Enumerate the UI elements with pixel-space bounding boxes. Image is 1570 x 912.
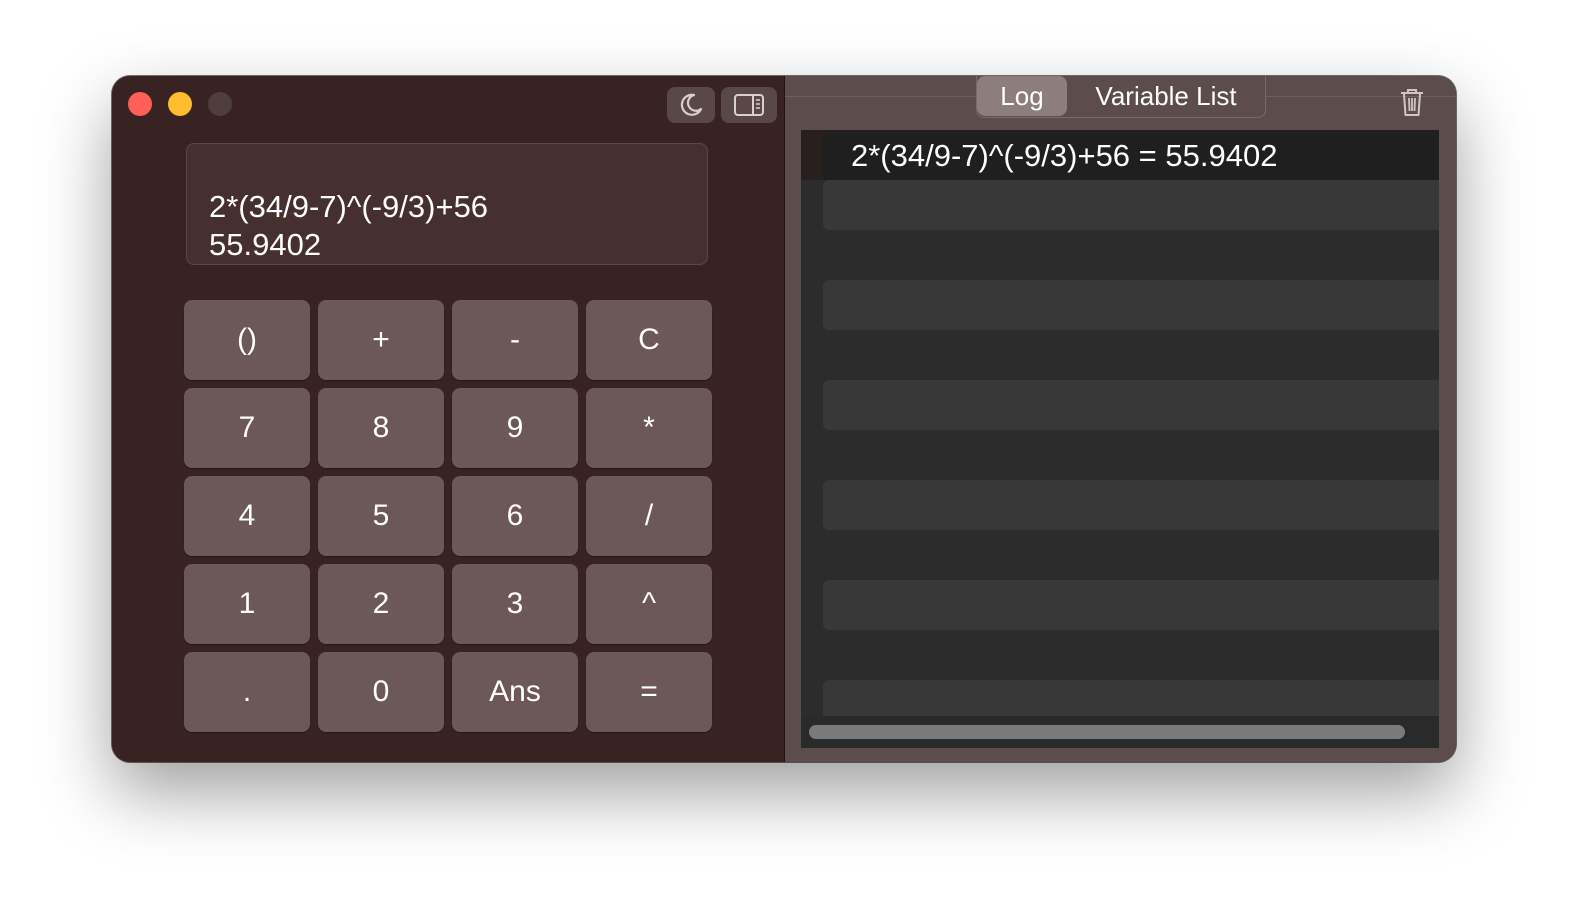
log-empty-row <box>823 380 1439 430</box>
seven-key[interactable]: 7 <box>184 388 310 468</box>
five-key[interactable]: 5 <box>318 476 444 556</box>
toggle-sidebar-button[interactable] <box>721 87 777 123</box>
equals-key[interactable]: = <box>586 652 712 732</box>
horizontal-scrollbar[interactable] <box>801 716 1439 748</box>
log-empty-row <box>823 480 1439 530</box>
trash-icon <box>1401 89 1423 116</box>
parentheses-key[interactable]: () <box>184 300 310 380</box>
log-empty-row <box>823 280 1439 330</box>
log-entry[interactable]: 2*(34/9-7)^(-9/3)+56 = 55.9402 <box>823 130 1439 180</box>
log-empty-row <box>823 180 1439 230</box>
eight-key[interactable]: 8 <box>318 388 444 468</box>
sidebar-right-icon <box>734 94 764 116</box>
nine-key[interactable]: 9 <box>452 388 578 468</box>
tab-log[interactable]: Log <box>977 76 1067 116</box>
dark-mode-toggle-button[interactable] <box>667 87 715 123</box>
four-key[interactable]: 4 <box>184 476 310 556</box>
log-row-marker <box>801 130 823 180</box>
sidebar-pane: Log Variable List 2*(34/9-7)^(-9/3)+56 =… <box>785 76 1456 762</box>
log-list[interactable]: 2*(34/9-7)^(-9/3)+56 = 55.9402 <box>801 130 1439 748</box>
expression-text: 2*(34/9-7)^(-9/3)+56 <box>209 189 489 224</box>
six-key[interactable]: 6 <box>452 476 578 556</box>
zoom-window-button[interactable] <box>208 92 232 116</box>
clear-log-button[interactable] <box>1397 86 1427 118</box>
calculator-window: 2*(34/9-7)^(-9/3)+56 55.9402 () + - C 7 8 9 * 4 5… <box>112 76 1456 762</box>
log-empty-row <box>823 580 1439 630</box>
tab-variable-list[interactable]: Variable List <box>1067 76 1265 116</box>
three-key[interactable]: 3 <box>452 564 578 644</box>
keypad: () + - C 7 8 9 * 4 5 6/ 1 2 3 ^. 0 Ans = <box>184 300 712 732</box>
clear-key[interactable]: C <box>586 300 712 380</box>
power-key[interactable]: ^ <box>586 564 712 644</box>
scrollbar-thumb[interactable] <box>809 725 1405 739</box>
minus-key[interactable]: - <box>452 300 578 380</box>
sidebar-tab-control: Log Variable List <box>976 76 1266 118</box>
moon-icon <box>680 93 703 116</box>
close-window-button[interactable] <box>128 92 152 116</box>
ans-key[interactable]: Ans <box>452 652 578 732</box>
plus-key[interactable]: + <box>318 300 444 380</box>
log-entry-text: 2*(34/9-7)^(-9/3)+56 = 55.9402 <box>851 138 1278 173</box>
calculator-pane: 2*(34/9-7)^(-9/3)+56 55.9402 () + - C 7 8 9 * 4 5… <box>112 76 784 762</box>
divide-key[interactable]: / <box>586 476 712 556</box>
result-text: 55.9402 <box>209 227 322 262</box>
calculator-display[interactable]: 2*(34/9-7)^(-9/3)+56 55.9402 <box>186 143 708 265</box>
minimize-window-button[interactable] <box>168 92 192 116</box>
one-key[interactable]: 1 <box>184 564 310 644</box>
multiply-key[interactable]: * <box>586 388 712 468</box>
zero-key[interactable]: 0 <box>318 652 444 732</box>
two-key[interactable]: 2 <box>318 564 444 644</box>
decimal-key[interactable]: . <box>184 652 310 732</box>
